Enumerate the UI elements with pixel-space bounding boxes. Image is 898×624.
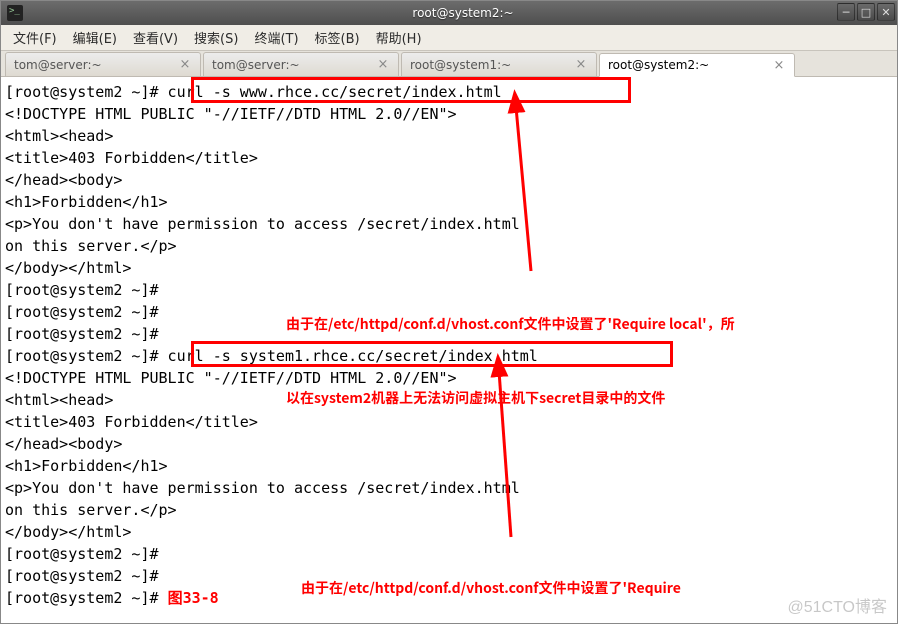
titlebar: root@system2:~ ─ □ ✕ <box>1 1 897 25</box>
terminal-line: <html><head> <box>5 125 893 147</box>
close-button[interactable]: ✕ <box>877 3 895 21</box>
terminal-icon <box>7 5 23 21</box>
terminal-line: on this server.</p> <box>5 235 893 257</box>
tab-label: root@system2:~ <box>608 58 709 72</box>
maximize-button[interactable]: □ <box>857 3 875 21</box>
terminal-line: on this server.</p> <box>5 499 893 521</box>
window-root: root@system2:~ ─ □ ✕ 文件(F) 编辑(E) 查看(V) 搜… <box>0 0 898 624</box>
close-icon[interactable]: × <box>574 58 588 72</box>
menu-view[interactable]: 查看(V) <box>127 26 184 49</box>
terminal-pane[interactable]: [root@system2 ~]# curl -s www.rhce.cc/se… <box>1 77 897 623</box>
terminal-line: <!DOCTYPE HTML PUBLIC "-//IETF//DTD HTML… <box>5 103 893 125</box>
menu-edit[interactable]: 编辑(E) <box>67 26 123 49</box>
figure-label: 图33-8 <box>168 589 219 607</box>
close-icon[interactable]: × <box>772 58 786 72</box>
close-icon[interactable]: × <box>376 58 390 72</box>
menu-search[interactable]: 搜索(S) <box>188 26 244 49</box>
terminal-line: <title>403 Forbidden</title> <box>5 147 893 169</box>
tab-label: tom@server:~ <box>212 58 300 72</box>
tab-tom-server-2[interactable]: tom@server:~ × <box>203 52 399 76</box>
terminal-line: <p>You don't have permission to access /… <box>5 213 893 235</box>
tab-bar: tom@server:~ × tom@server:~ × root@syste… <box>1 51 897 77</box>
menu-file[interactable]: 文件(F) <box>7 26 63 49</box>
watermark: @51CTO博客 <box>787 597 887 619</box>
menu-terminal[interactable]: 终端(T) <box>248 26 304 49</box>
menubar: 文件(F) 编辑(E) 查看(V) 搜索(S) 终端(T) 标签(B) 帮助(H… <box>1 25 897 51</box>
tab-label: root@system1:~ <box>410 58 511 72</box>
close-icon[interactable]: × <box>178 58 192 72</box>
tab-tom-server-1[interactable]: tom@server:~ × <box>5 52 201 76</box>
annotation-text: 由于在/etc/httpd/conf.d/vhost.conf文件中设置了'Re… <box>286 269 735 453</box>
terminal-line: <p>You don't have permission to access /… <box>5 477 893 499</box>
window-controls: ─ □ ✕ <box>837 3 895 21</box>
tab-root-system2[interactable]: root@system2:~ × <box>599 53 795 77</box>
terminal-line: <h1>Forbidden</h1> <box>5 191 893 213</box>
menu-help[interactable]: 帮助(H) <box>370 26 428 49</box>
window-title: root@system2:~ <box>29 6 897 20</box>
terminal-line: [root@system2 ~]# curl -s www.rhce.cc/se… <box>5 81 893 103</box>
tab-label: tom@server:~ <box>14 58 102 72</box>
terminal-line: <h1>Forbidden</h1> <box>5 455 893 477</box>
tab-root-system1[interactable]: root@system1:~ × <box>401 52 597 76</box>
minimize-button[interactable]: ─ <box>837 3 855 21</box>
menu-tabs[interactable]: 标签(B) <box>309 26 366 49</box>
annotation-text: 由于在/etc/httpd/conf.d/vhost.conf文件中设置了'Re… <box>301 533 691 623</box>
terminal-line: </head><body> <box>5 169 893 191</box>
